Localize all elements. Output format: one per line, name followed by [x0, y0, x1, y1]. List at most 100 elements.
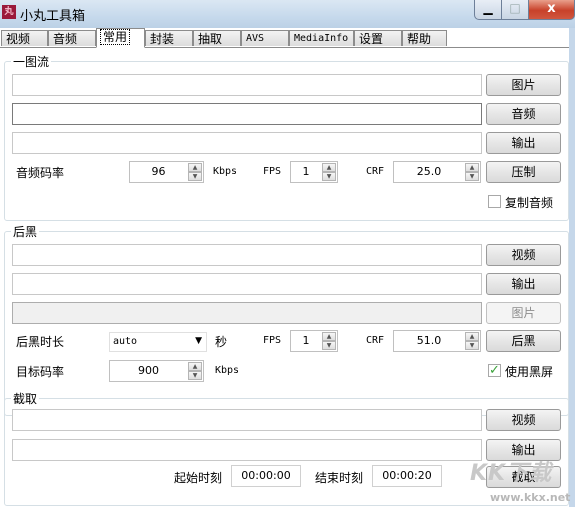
output-path-input[interactable]: [12, 132, 482, 154]
use-black-label: 使用黑屏: [505, 365, 554, 379]
fps-spinner[interactable]: 1 ▲ ▼: [290, 330, 338, 352]
start-time-label: 起始时刻: [174, 471, 223, 485]
duration-label: 后黑时长: [16, 335, 65, 349]
tab-label: 帮助: [407, 32, 432, 46]
tab-label: AVS: [246, 33, 265, 44]
crf-label: CRF: [366, 166, 385, 177]
fps-value: 1: [302, 334, 310, 347]
watermark: KK下载 www.kkx.net: [470, 455, 570, 504]
one-pic-group: 一图流 图片 音频 输出 音频码率 96 ▲ ▼ Kbps FPS 1 ▲ ▼ CR…: [4, 53, 569, 221]
copy-audio-label: 复制音频: [505, 196, 554, 210]
tab-label: 抽取: [198, 32, 223, 46]
target-bitrate-spinner[interactable]: 900 ▲ ▼: [109, 360, 204, 382]
crf-label: CRF: [366, 335, 385, 346]
output-path-input[interactable]: [12, 273, 482, 295]
fps-value: 1: [302, 165, 310, 178]
spin-down-icon[interactable]: ▼: [465, 341, 479, 350]
fps-spinner[interactable]: 1 ▲ ▼: [290, 161, 338, 183]
output-button[interactable]: 输出: [486, 132, 561, 154]
end-time-input[interactable]: 00:00:20: [372, 465, 442, 487]
title-bar: 丸 小丸工具箱 ▁ □ x: [0, 0, 575, 28]
watermark-url: www.kkx.net: [490, 491, 571, 504]
kbps-label: Kbps: [215, 365, 240, 376]
video-path-input[interactable]: [12, 409, 482, 431]
tab-label: MediaInfo: [294, 33, 349, 44]
duration-select[interactable]: auto ▼: [109, 332, 207, 352]
tab-label: 音频: [53, 32, 78, 46]
group-title: 一图流: [11, 53, 52, 70]
spin-down-icon[interactable]: ▼: [322, 172, 336, 181]
image-path-input[interactable]: [12, 74, 482, 96]
end-time-label: 结束时刻: [315, 471, 364, 485]
black-tail-group: 后黑 视频 输出 图片 后黑时长 auto ▼ 秒 FPS 1 ▲ ▼ CRF 5…: [4, 223, 569, 416]
tab-extract[interactable]: 抽取: [193, 30, 241, 46]
use-black-checkbox[interactable]: ✓: [488, 364, 501, 377]
black-tail-button[interactable]: 后黑: [486, 330, 561, 352]
tab-settings[interactable]: 设置: [354, 30, 402, 46]
tab-strip: 视频 音频 常用 封装 抽取 AVS MediaInfo 设置 帮助: [0, 28, 569, 48]
chevron-down-icon: ▼: [195, 336, 202, 346]
maximize-icon: □: [509, 1, 521, 15]
spin-up-icon[interactable]: ▲: [465, 163, 479, 172]
minimize-button[interactable]: ▁: [474, 0, 502, 20]
audio-bitrate-label: 音频码率: [16, 166, 65, 180]
tab-help[interactable]: 帮助: [402, 30, 447, 46]
app-icon: 丸: [2, 5, 16, 19]
checkmark-icon: ✓: [489, 363, 500, 378]
close-icon: x: [547, 1, 556, 16]
output-button[interactable]: 输出: [486, 273, 561, 295]
target-bitrate-value: 900: [138, 364, 159, 377]
spin-up-icon[interactable]: ▲: [322, 332, 336, 341]
audio-button[interactable]: 音频: [486, 103, 561, 125]
maximize-button[interactable]: □: [502, 0, 529, 20]
group-title: 后黑: [11, 223, 40, 240]
tab-label: 设置: [359, 32, 384, 46]
tab-mediainfo[interactable]: MediaInfo: [289, 30, 354, 46]
kbps-label: Kbps: [213, 166, 238, 177]
tab-label: 视频: [6, 32, 31, 46]
spin-down-icon[interactable]: ▼: [465, 172, 479, 181]
spin-down-icon[interactable]: ▼: [188, 172, 202, 181]
tab-video[interactable]: 视频: [1, 30, 48, 46]
window-title: 小丸工具箱: [20, 9, 86, 24]
tab-audio[interactable]: 音频: [48, 30, 96, 46]
tab-avs[interactable]: AVS: [241, 30, 289, 46]
crf-value: 51.0: [416, 334, 442, 347]
audio-bitrate-value: 96: [151, 165, 166, 178]
crf-spinner[interactable]: 25.0 ▲ ▼: [393, 161, 481, 183]
duration-value: auto: [113, 336, 138, 347]
spin-up-icon[interactable]: ▲: [188, 163, 202, 172]
audio-bitrate-spinner[interactable]: 96 ▲ ▼: [129, 161, 204, 183]
video-button[interactable]: 视频: [486, 244, 561, 266]
spin-up-icon[interactable]: ▲: [465, 332, 479, 341]
copy-audio-checkbox[interactable]: [488, 195, 501, 208]
image-path-input: [12, 302, 482, 324]
start-time-input[interactable]: 00:00:00: [231, 465, 301, 487]
video-button[interactable]: 视频: [486, 409, 561, 431]
seconds-label: 秒: [215, 335, 228, 349]
fps-label: FPS: [263, 335, 282, 346]
tab-mux[interactable]: 封装: [145, 30, 193, 46]
encode-button[interactable]: 压制: [486, 161, 561, 183]
tab-label: 封装: [150, 32, 175, 46]
watermark-logo: KK下载: [470, 461, 553, 486]
spin-down-icon[interactable]: ▼: [188, 371, 202, 380]
audio-path-input[interactable]: [12, 103, 482, 125]
video-path-input[interactable]: [12, 244, 482, 266]
group-title: 截取: [11, 390, 40, 407]
fps-label: FPS: [263, 166, 282, 177]
tab-label: 常用: [99, 29, 131, 45]
client-area: 视频 音频 常用 封装 抽取 AVS MediaInfo 设置 帮助 一图流 图…: [0, 28, 575, 507]
output-path-input[interactable]: [12, 439, 482, 461]
spin-down-icon[interactable]: ▼: [322, 341, 336, 350]
tab-common[interactable]: 常用: [96, 28, 145, 48]
image-button[interactable]: 图片: [486, 74, 561, 96]
clip-group: 截取 视频 输出 起始时刻 00:00:00 结束时刻 00:00:20 截取: [4, 390, 569, 506]
close-button[interactable]: x: [529, 0, 575, 20]
spin-up-icon[interactable]: ▲: [322, 163, 336, 172]
window-controls: ▁ □ x: [474, 0, 575, 20]
image-button: 图片: [486, 302, 561, 324]
spin-up-icon[interactable]: ▲: [188, 362, 202, 371]
minimize-icon: ▁: [483, 1, 493, 15]
crf-spinner[interactable]: 51.0 ▲ ▼: [393, 330, 481, 352]
